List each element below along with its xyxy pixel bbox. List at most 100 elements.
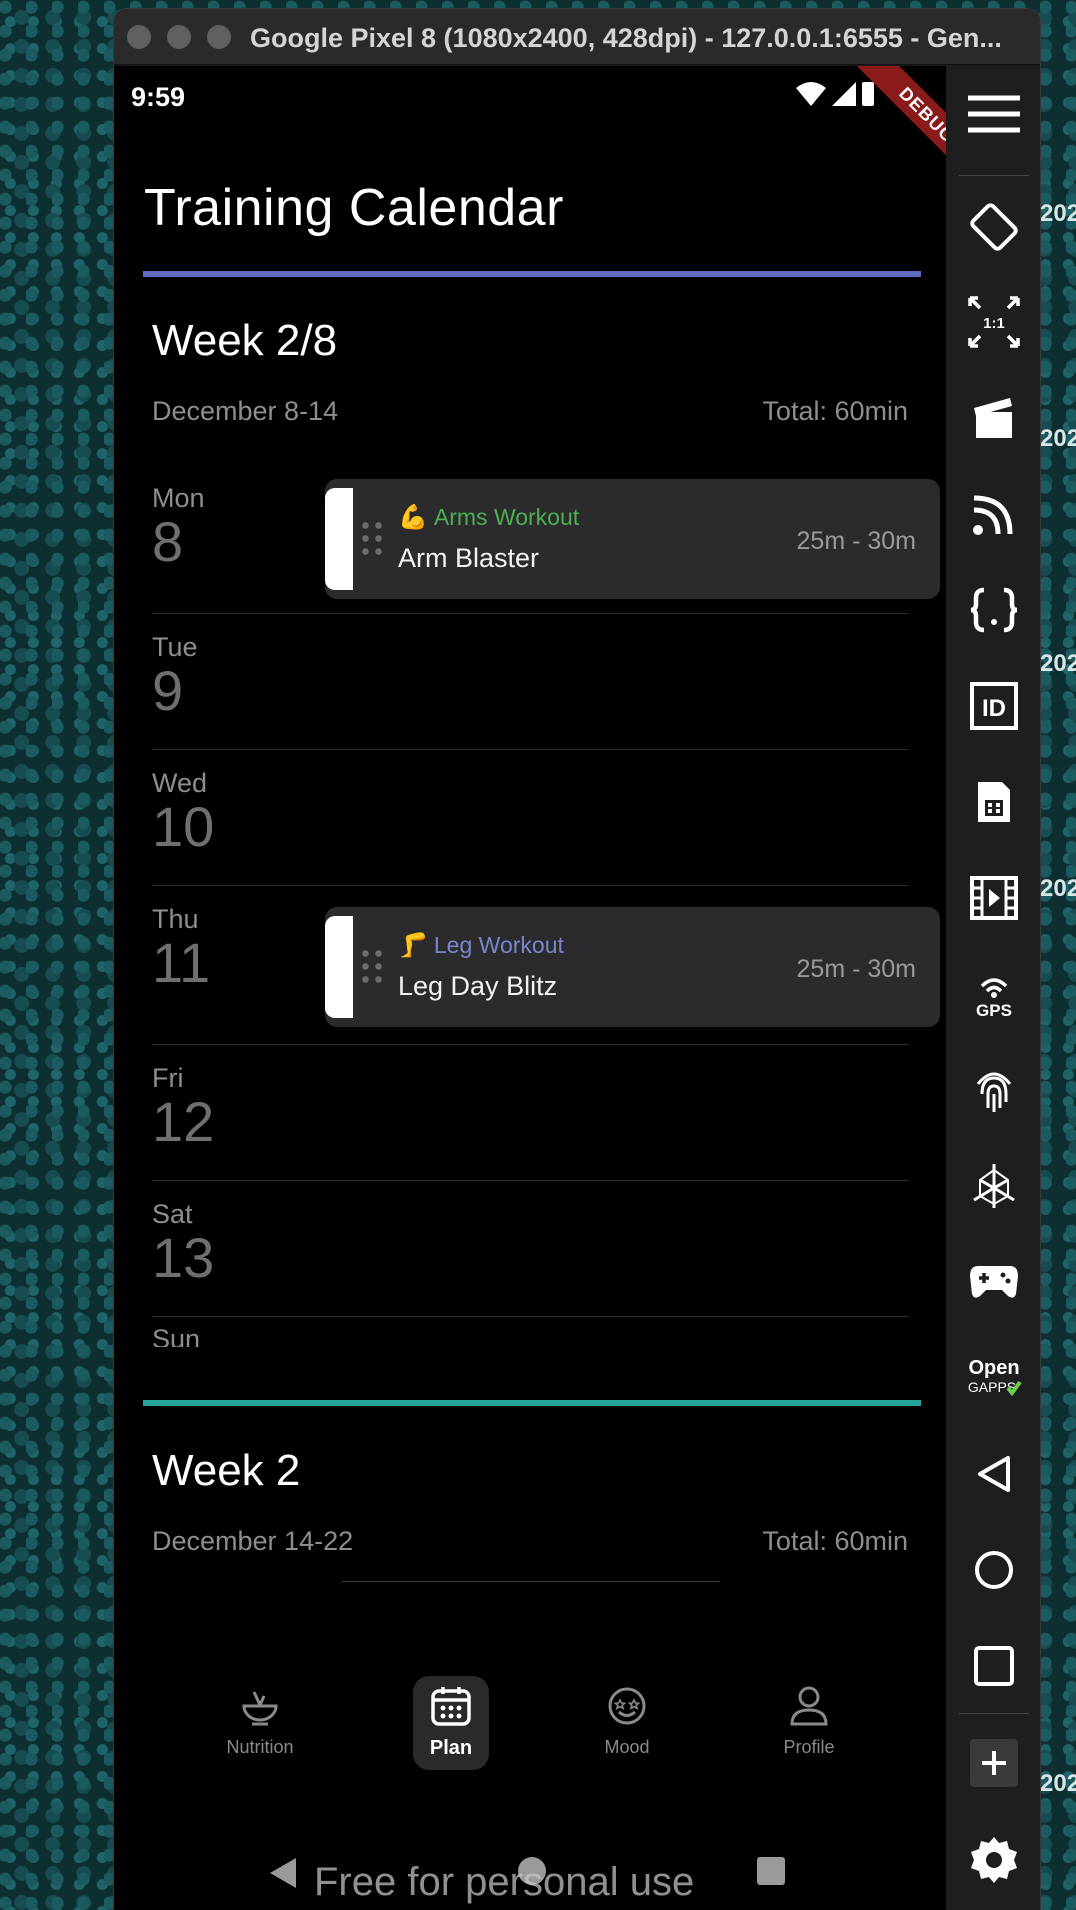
resize-1to1-icon: 1:1 [968, 296, 1020, 348]
menu-button[interactable] [964, 84, 1024, 144]
rotate-button[interactable] [964, 196, 1024, 256]
open-gapps-button[interactable]: Open GAPPS [964, 1348, 1024, 1408]
day-name: Sun [152, 1324, 201, 1347]
watermark: Free for personal use [314, 1860, 695, 1904]
resize-button[interactable]: 1:1 [964, 292, 1024, 352]
device-id-button[interactable]: ID [964, 676, 1024, 736]
resize-label: 1:1 [983, 315, 1005, 332]
day-row-tue[interactable]: Tue 9 [152, 614, 909, 750]
workout-category: 🦵 Leg Workout [398, 931, 564, 960]
week-total: Total: 60min [762, 1526, 908, 1556]
leg-icon: 🦵 [398, 932, 428, 959]
cast-icon [973, 495, 1013, 535]
gps-label: GPS [976, 1001, 1012, 1018]
drag-handle-icon[interactable] [359, 947, 385, 987]
signal-icon [832, 82, 856, 106]
gps-button[interactable]: GPS [964, 964, 1024, 1024]
workout-duration: 25m - 30m [796, 527, 916, 555]
device-id-icon: ID [970, 682, 1018, 730]
gapps-label-top: Open [968, 1357, 1019, 1379]
wallpaper-text: 202 [1040, 200, 1076, 227]
id-label: ID [982, 695, 1006, 722]
person-icon [790, 1686, 828, 1726]
nav-label: Nutrition [226, 1737, 294, 1757]
gamepad-button[interactable] [964, 1252, 1024, 1312]
add-button[interactable] [964, 1733, 1024, 1793]
json-button[interactable] [964, 580, 1024, 640]
day-row-thu[interactable]: Thu 11 🦵 Leg Workout Leg Day Blitz 25m - … [152, 886, 940, 1045]
settings-button[interactable] [964, 1830, 1024, 1890]
nav-label: Plan [429, 1737, 473, 1759]
media-button[interactable] [964, 868, 1024, 928]
day-row-wed[interactable]: Wed 10 [152, 750, 909, 886]
nav-item-mood[interactable]: Mood [567, 1684, 687, 1758]
rotate-icon [970, 203, 1018, 251]
sensors-button[interactable] [964, 1156, 1024, 1216]
workout-category-label: Leg Workout [433, 932, 564, 958]
open-gapps-icon: Open GAPPS [968, 1357, 1022, 1397]
fingerprint-button[interactable] [964, 1060, 1024, 1120]
day-row-mon[interactable]: Mon 8 💪 Arms Workout Arm Blaster 25m - 30… [152, 461, 940, 614]
wallpaper-text: 202 [1040, 1770, 1076, 1797]
wifi-icon [796, 82, 826, 106]
mood-face-icon [608, 1687, 646, 1725]
nutrition-bowl-icon [242, 1691, 278, 1726]
menu-icon [968, 95, 1020, 133]
phone-screen: 9:59 DEBUG Training Calendar Week 2/8 De… [114, 66, 946, 1910]
workout-category: 💪 Arms Workout [398, 503, 579, 532]
drag-handle-icon[interactable] [359, 519, 385, 559]
toolbar-divider [959, 175, 1029, 176]
json-icon [970, 587, 1018, 633]
nav-item-plan[interactable]: Plan [391, 1684, 511, 1760]
nav-item-profile[interactable]: Profile [749, 1684, 869, 1758]
home-button[interactable] [964, 1540, 1024, 1600]
window-minimize-button[interactable] [167, 25, 191, 49]
day-row-sat[interactable]: Sat 13 [152, 1181, 909, 1317]
back-icon [978, 1456, 1010, 1492]
back-button[interactable] [964, 1444, 1024, 1504]
window-zoom-button[interactable] [207, 25, 231, 49]
media-icon [970, 876, 1018, 920]
workout-category-label: Arms Workout [433, 504, 580, 530]
workout-card[interactable]: 💪 Arms Workout Arm Blaster 25m - 30m [325, 479, 940, 599]
sim-card-icon [978, 782, 1010, 822]
week-accent-bar [143, 1400, 921, 1406]
settings-icon [971, 1837, 1017, 1883]
workout-name: Leg Day Blitz [398, 971, 558, 1001]
day-row-sun-partial[interactable]: Sun [152, 1324, 352, 1347]
week-title: Week 2/8 [152, 316, 338, 365]
week-accent-bar [143, 271, 921, 277]
workout-duration: 25m - 30m [796, 955, 916, 983]
week-total: Total: 60min [762, 396, 908, 426]
sim-button[interactable] [964, 772, 1024, 832]
home-icon [975, 1551, 1013, 1589]
cast-button[interactable] [964, 484, 1024, 544]
calendar-icon [431, 1687, 471, 1726]
day-number: 9 [152, 659, 184, 722]
nav-label: Mood [604, 1737, 650, 1757]
recents-button[interactable] [964, 1636, 1024, 1696]
week-date-range: December 14-22 [152, 1526, 354, 1556]
emulator-window: Google Pixel 8 (1080x2400, 428dpi) - 127… [113, 8, 1041, 1910]
day-number: 12 [152, 1090, 215, 1153]
nav-label: Profile [783, 1737, 835, 1757]
day-row-fri[interactable]: Fri 12 [152, 1045, 909, 1181]
add-icon [970, 1739, 1018, 1787]
day-number: 13 [152, 1226, 215, 1289]
system-recents-icon[interactable] [756, 1856, 786, 1886]
system-back-icon[interactable] [268, 1856, 298, 1890]
nav-item-nutrition[interactable]: Nutrition [200, 1684, 320, 1758]
gps-icon: GPS [976, 978, 1012, 1018]
screen-record-button[interactable] [964, 388, 1024, 448]
recents-icon [974, 1646, 1014, 1686]
page-title: Training Calendar [144, 179, 564, 237]
emulator-title: Google Pixel 8 (1080x2400, 428dpi) - 127… [250, 23, 1002, 53]
screen-record-icon [974, 398, 1012, 438]
wallpaper-text: 202 [1040, 875, 1076, 902]
card-color-tab [325, 916, 353, 1018]
workout-card[interactable]: 🦵 Leg Workout Leg Day Blitz 25m - 30m [325, 907, 940, 1027]
week-date-range: December 8-14 [152, 396, 339, 426]
emulator-titlebar: Google Pixel 8 (1080x2400, 428dpi) - 127… [114, 9, 1040, 65]
window-close-button[interactable] [127, 25, 151, 49]
day-number: 11 [152, 931, 211, 994]
